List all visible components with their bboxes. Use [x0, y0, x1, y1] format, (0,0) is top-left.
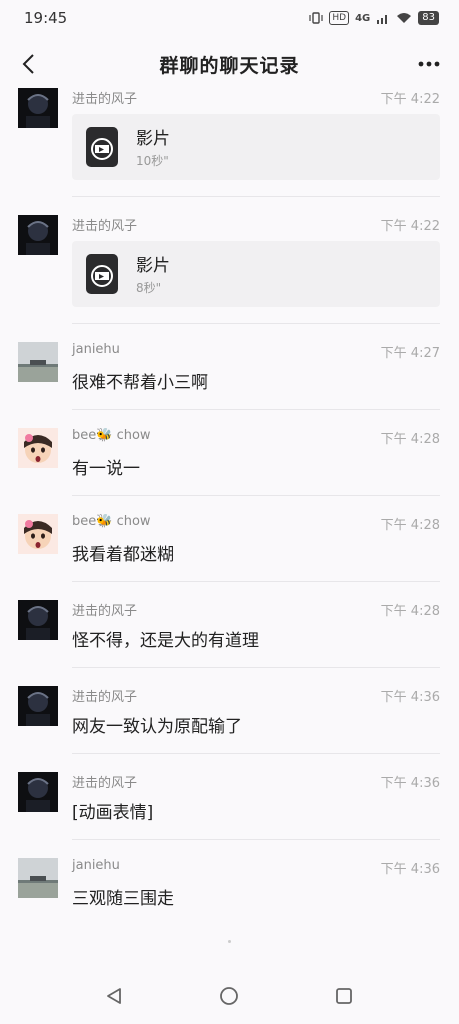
page-title: 群聊的聊天记录	[159, 54, 300, 77]
message-time: 下午 4:36	[380, 690, 440, 705]
battery-indicator: 83	[418, 11, 439, 25]
nav-back-button[interactable]	[98, 980, 130, 1012]
message-text: 三观随三围走	[72, 889, 174, 909]
back-button[interactable]	[10, 46, 46, 82]
message-text: 很难不帮着小三啊	[72, 373, 208, 393]
video-file-icon	[86, 254, 118, 294]
square-recent-icon	[336, 988, 352, 1004]
more-button[interactable]	[411, 46, 447, 82]
video-message[interactable]: 影片 10秒"	[72, 114, 440, 180]
video-file-icon	[86, 127, 118, 167]
nav-recent-button[interactable]	[328, 980, 360, 1012]
avatar[interactable]	[18, 772, 58, 812]
sender-name: janiehu	[72, 342, 120, 357]
sender-name: bee🐝 chow	[72, 514, 151, 529]
divider	[72, 409, 440, 410]
message-time: 下午 4:27	[380, 346, 440, 361]
divider	[72, 581, 440, 582]
message-text: 有一说一	[72, 459, 140, 479]
system-nav-bar	[0, 968, 459, 1024]
sender-name: 进击的风子	[72, 92, 138, 107]
divider	[72, 753, 440, 754]
message-text: [动画表情]	[72, 803, 154, 823]
avatar[interactable]	[18, 428, 58, 468]
divider	[72, 839, 440, 840]
sender-name: 进击的风子	[72, 776, 138, 791]
sender-name: 进击的风子	[72, 604, 138, 619]
divider	[72, 196, 440, 197]
divider	[72, 495, 440, 496]
more-dots-icon	[418, 61, 440, 67]
sender-name: 进击的风子	[72, 690, 138, 705]
message-time: 下午 4:36	[380, 776, 440, 791]
avatar[interactable]	[18, 88, 58, 128]
avatar[interactable]	[18, 686, 58, 726]
message-text: 网友一致认为原配输了	[72, 717, 242, 737]
status-bar: 19:45 HD 4G 83	[0, 0, 459, 36]
chevron-left-icon	[22, 54, 34, 74]
sender-name: janiehu	[72, 858, 120, 873]
message-text: 怪不得，还是大的有道理	[72, 631, 259, 651]
wifi-icon	[397, 13, 412, 23]
avatar[interactable]	[18, 858, 58, 898]
avatar[interactable]	[18, 215, 58, 255]
signal-icon	[377, 15, 388, 24]
message-time: 下午 4:28	[380, 518, 440, 533]
video-duration: 10秒"	[136, 154, 169, 168]
video-title: 影片	[136, 256, 170, 276]
sender-name: bee🐝 chow	[72, 428, 151, 443]
message-time: 下午 4:22	[380, 92, 440, 107]
divider	[72, 667, 440, 668]
circle-home-icon	[220, 987, 238, 1005]
top-nav-bar: 群聊的聊天记录	[0, 40, 459, 88]
avatar[interactable]	[18, 342, 58, 382]
sender-name: 进击的风子	[72, 219, 138, 234]
network-label: 4G	[355, 12, 371, 24]
message-time: 下午 4:28	[380, 432, 440, 447]
nav-home-button[interactable]	[213, 980, 245, 1012]
vibrate-icon	[309, 12, 323, 24]
video-duration: 8秒"	[136, 281, 162, 295]
message-time: 下午 4:22	[380, 219, 440, 234]
message-text: 我看着都迷糊	[72, 545, 174, 565]
status-icons: HD 4G 83	[309, 11, 439, 25]
scroll-indicator	[228, 940, 231, 943]
avatar[interactable]	[18, 600, 58, 640]
hd-badge: HD	[329, 11, 350, 25]
divider	[72, 323, 440, 324]
triangle-back-icon	[107, 988, 121, 1004]
video-title: 影片	[136, 129, 170, 149]
status-time: 19:45	[24, 9, 68, 27]
video-message[interactable]: 影片 8秒"	[72, 241, 440, 307]
message-time: 下午 4:28	[380, 604, 440, 619]
avatar[interactable]	[18, 514, 58, 554]
message-time: 下午 4:36	[380, 862, 440, 877]
